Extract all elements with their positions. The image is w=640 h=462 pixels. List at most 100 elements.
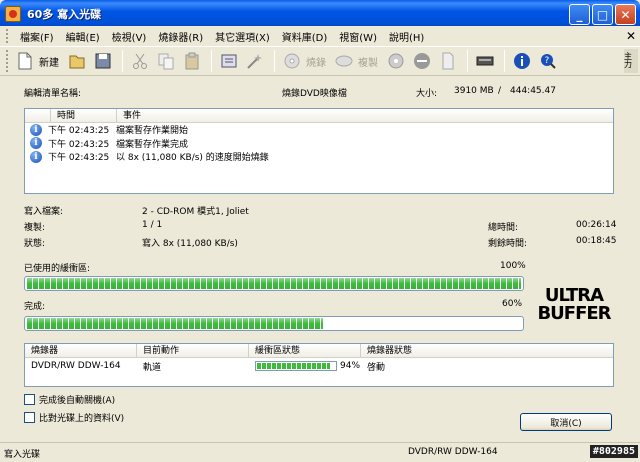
app-icon — [5, 6, 21, 22]
write-label: 寫入檔案: — [24, 207, 64, 217]
burn-icon[interactable] — [280, 49, 304, 73]
document-icon[interactable] — [436, 49, 460, 73]
compilation-name-value: 燒錄DVD映像檔 — [282, 89, 347, 99]
progress-label: 完成: — [24, 302, 46, 312]
new-icon[interactable] — [13, 49, 37, 73]
toolbar-chevron[interactable]: 主力 — [624, 49, 638, 73]
disc-info-icon[interactable] — [384, 49, 408, 73]
menu-help[interactable]: 說明(H) — [383, 29, 430, 44]
minimize-button[interactable]: _ — [569, 4, 590, 25]
event-log[interactable]: 時間 事件 i 下午 02:43:25 檔案暫存作業開始 i 下午 02:43:… — [24, 108, 614, 194]
toolbar-separator — [504, 50, 505, 72]
eject-icon[interactable] — [410, 49, 434, 73]
watermark: #802985 — [589, 445, 638, 458]
menu-edit[interactable]: 編輯(E) — [60, 29, 106, 44]
compile-icon[interactable] — [217, 49, 241, 73]
mdi-close-icon[interactable]: ✕ — [626, 29, 636, 43]
recorder-status-table[interactable]: 燒錄器 目前動作 緩衝區狀態 燒錄器狀態 DVDR/RW DDW-164 軌道 … — [24, 343, 614, 387]
toolbar: 新建 燒錄 複製 ? 主力 — [0, 46, 640, 76]
auto-shutdown-checkbox[interactable]: 完成後自動關機(A) — [24, 393, 115, 406]
open-icon[interactable] — [65, 49, 89, 73]
log-row[interactable]: i 下午 02:43:25 檔案暫存作業完成 — [25, 137, 613, 151]
paste-icon[interactable] — [180, 49, 204, 73]
info-icon: i — [30, 150, 42, 163]
verify-data-checkbox[interactable]: 比對光碟上的資料(V) — [24, 411, 124, 424]
buffer-label: 已使用的緩衝區: — [24, 264, 91, 274]
total-time-label: 總時間: — [488, 223, 519, 233]
st-col-buffer[interactable]: 緩衝區狀態 — [249, 344, 361, 357]
compilation-name-label: 編輯清單名稱: — [24, 89, 82, 99]
state-label: 狀態: — [24, 239, 46, 249]
logo-line2: BUFFER — [537, 303, 611, 323]
copy-button-label[interactable]: 複製 — [358, 54, 378, 69]
recorder-state: 啓動 — [367, 362, 386, 373]
table-row[interactable]: DVDR/RW DDW-164 軌道 94% 啓動 — [25, 358, 613, 374]
log-col-time[interactable]: 時間 — [51, 109, 117, 122]
st-col-recorder[interactable]: 燒錄器 — [25, 344, 137, 357]
drive-buffer-percent: 94% — [340, 361, 361, 371]
copies-label: 複製: — [24, 223, 46, 233]
log-event: 以 8x (11,080 KB/s) 的速度開始燒錄 — [116, 153, 269, 164]
menu-window[interactable]: 視窗(W) — [333, 29, 383, 44]
st-col-state[interactable]: 燒錄器狀態 — [361, 344, 613, 357]
toolbar-separator — [122, 50, 123, 72]
wizard-icon[interactable] — [243, 49, 267, 73]
state-value: 寫入 8x (11,080 KB/s) — [142, 239, 238, 249]
size-label: 大小: — [416, 89, 438, 99]
log-col-icon — [25, 109, 51, 122]
svg-text:?: ? — [545, 56, 550, 66]
menu-recorder[interactable]: 燒錄器(R) — [152, 29, 209, 44]
burn-progress-bar — [24, 316, 524, 331]
verify-data-label[interactable]: 比對光碟上的資料(V) — [39, 411, 124, 424]
menu-extras[interactable]: 其它選項(X) — [209, 29, 276, 44]
ultrabuffer-logo: ULTRA BUFFER — [537, 285, 612, 323]
status-drive: DVDR/RW DDW-164 — [408, 447, 498, 457]
drive-buffer-bar — [255, 361, 337, 371]
cancel-button[interactable]: 取消(C) — [520, 413, 612, 431]
log-col-event[interactable]: 事件 — [117, 109, 613, 122]
copy-disc-icon[interactable] — [332, 49, 356, 73]
menu-bar: 檔案(F) 編輯(E) 檢視(V) 燒錄器(R) 其它選項(X) 資料庫(D) … — [0, 26, 640, 46]
buffer-progress-bar — [24, 276, 524, 291]
toolbar-separator — [274, 50, 275, 72]
toolbar-separator — [211, 50, 212, 72]
drive-icon[interactable] — [473, 49, 497, 73]
current-action: 軌道 — [143, 362, 162, 373]
copy-icon[interactable] — [154, 49, 178, 73]
burn-button-label[interactable]: 燒錄 — [306, 54, 326, 69]
log-row[interactable]: i 下午 02:43:25 檔案暫存作業開始 — [25, 123, 613, 137]
info-icon: i — [30, 137, 42, 150]
total-time-value: 00:26:14 — [576, 220, 617, 230]
cut-icon[interactable] — [128, 49, 152, 73]
checkbox-box[interactable] — [24, 394, 35, 405]
menu-database[interactable]: 資料庫(D) — [276, 29, 334, 44]
help-icon[interactable]: ? — [536, 49, 560, 73]
menu-file[interactable]: 檔案(F) — [14, 29, 60, 44]
copies-value: 1 / 1 — [142, 220, 163, 230]
recorder-name: DVDR/RW DDW-164 — [31, 361, 121, 371]
menubar-grip[interactable] — [6, 29, 9, 43]
toolbar-grip[interactable] — [6, 50, 9, 72]
buffer-percent: 100% — [500, 261, 526, 271]
burn-progress-fill — [27, 318, 324, 329]
checkbox-box[interactable] — [24, 412, 35, 423]
buffer-progress-fill — [27, 278, 521, 289]
new-button-label[interactable]: 新建 — [39, 54, 59, 69]
remaining-time-label: 剩餘時間: — [488, 239, 528, 249]
st-col-action[interactable]: 目前動作 — [137, 344, 249, 357]
close-button[interactable]: ✕ — [615, 4, 636, 25]
drive-buffer-fill — [257, 363, 331, 369]
menu-view[interactable]: 檢視(V) — [106, 29, 153, 44]
log-time: 下午 02:43:25 — [48, 126, 110, 137]
window-title: 60多 寫入光碟 — [27, 8, 102, 21]
log-row[interactable]: i 下午 02:43:25 以 8x (11,080 KB/s) 的速度開始燒錄 — [25, 150, 613, 164]
progress-percent: 60% — [502, 299, 523, 309]
write-value: 2 - CD-ROM 模式1, Joliet — [142, 207, 249, 217]
log-time: 下午 02:43:25 — [48, 153, 110, 164]
auto-shutdown-label[interactable]: 完成後自動關機(A) — [39, 393, 115, 406]
info-icon[interactable] — [510, 49, 534, 73]
burn-progress-panel: 編輯清單名稱: 燒錄DVD映像檔 大小: 3910 MB / 444:45.47… — [0, 77, 640, 442]
save-icon[interactable] — [91, 49, 115, 73]
maximize-button[interactable]: □ — [592, 4, 613, 25]
info-icon: i — [30, 123, 42, 136]
